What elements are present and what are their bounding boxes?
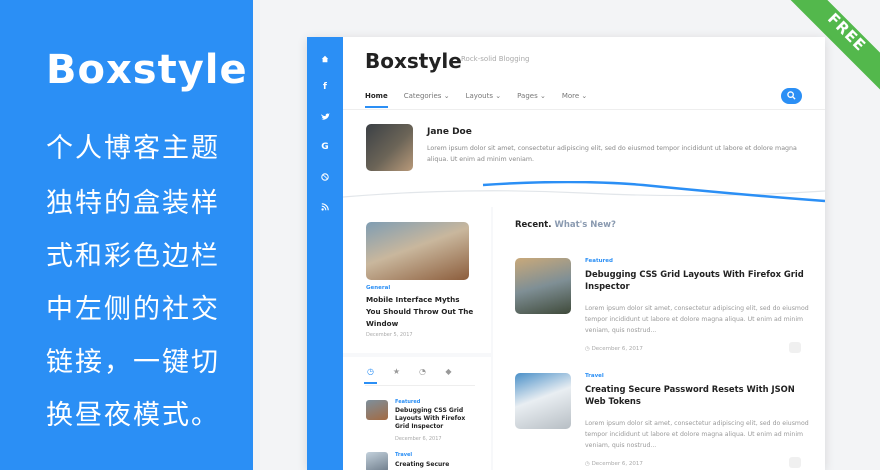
- mini-title[interactable]: Creating Secure: [395, 461, 467, 469]
- post-title[interactable]: Debugging CSS Grid Layouts With Firefox …: [585, 268, 813, 292]
- camera-icon: [789, 457, 801, 468]
- search-button[interactable]: [781, 88, 802, 104]
- post-thumbnail[interactable]: [366, 222, 469, 280]
- chevron-down-icon: ⌄: [443, 92, 450, 100]
- site-preview: f G Boxstyle Rock-solid Blogging Home Ca…: [307, 37, 825, 470]
- home-icon[interactable]: [307, 55, 343, 66]
- promo-line: 中左侧的社交: [46, 294, 220, 325]
- mini-category[interactable]: Travel: [395, 452, 412, 458]
- post-excerpt: Lorem ipsum dolor sit amet, consectetur …: [585, 305, 809, 334]
- comments-icon[interactable]: ◔: [416, 367, 429, 384]
- main-nav: Home Categories ⌄ Layouts ⌄ Pages ⌄ More…: [365, 92, 587, 108]
- google-icon[interactable]: G: [307, 142, 343, 152]
- clock-icon[interactable]: ◷: [364, 367, 377, 384]
- widget-tabs: ◷ ★ ◔ ◆: [364, 367, 455, 384]
- post-title[interactable]: Creating Secure Password Resets With JSO…: [585, 383, 813, 407]
- nav-layouts[interactable]: Layouts ⌄: [466, 92, 502, 108]
- mini-category[interactable]: Featured: [395, 399, 420, 405]
- promo-line: 个人博客主题: [46, 133, 220, 164]
- post-title[interactable]: Mobile Interface Myths You Should Throw …: [366, 294, 476, 330]
- author-bio: Lorem ipsum dolor sit amet, consectetur …: [427, 145, 797, 163]
- post-category[interactable]: Featured: [585, 258, 613, 264]
- nav-more[interactable]: More ⌄: [562, 92, 587, 108]
- camera-icon: [789, 342, 801, 353]
- facebook-icon[interactable]: f: [307, 82, 343, 92]
- mini-title[interactable]: Debugging CSS Grid Layouts With Firefox …: [395, 407, 467, 431]
- post-date: December 5, 2017: [366, 332, 413, 338]
- chevron-down-icon: ⌄: [539, 92, 546, 100]
- promo-title: Boxstyle: [46, 47, 248, 93]
- promo-line: 链接，一键切: [46, 347, 220, 378]
- twitter-icon[interactable]: [307, 113, 343, 124]
- tags-icon[interactable]: ◆: [442, 367, 455, 384]
- star-icon[interactable]: ★: [390, 367, 403, 384]
- promo-line: 独特的盒装样: [46, 188, 220, 219]
- nav-pages[interactable]: Pages ⌄: [517, 92, 546, 108]
- social-sidebar: f G: [307, 37, 343, 470]
- search-icon: [787, 91, 796, 100]
- rss-icon[interactable]: [307, 203, 343, 214]
- tabs-divider: [365, 385, 475, 386]
- tabs-widget: ◷ ★ ◔ ◆ Featured Debugging CSS Grid Layo…: [343, 357, 491, 470]
- site-logo[interactable]: Boxstyle: [365, 49, 462, 73]
- post-category[interactable]: Travel: [585, 373, 604, 379]
- nav-home[interactable]: Home: [365, 92, 388, 108]
- post-date: ◷ December 6, 2017: [585, 346, 643, 352]
- post-thumbnail[interactable]: [515, 373, 571, 429]
- promo-line: 式和彩色边栏: [46, 241, 220, 272]
- recent-posts: Recent. What's New? Featured Debugging C…: [493, 205, 825, 470]
- author-avatar: [366, 124, 413, 171]
- mini-thumbnail[interactable]: [366, 400, 388, 420]
- post-excerpt: Lorem ipsum dolor sit amet, consectetur …: [585, 420, 809, 449]
- promo-panel: Boxstyle 个人博客主题 独特的盒装样 式和彩色边栏 中左侧的社交 链接，…: [0, 0, 253, 470]
- post-category[interactable]: General: [366, 285, 390, 291]
- site-content: Boxstyle Rock-solid Blogging Home Catego…: [343, 37, 825, 470]
- site-tagline: Rock-solid Blogging: [461, 55, 530, 63]
- author-name: Jane Doe: [427, 127, 472, 137]
- nav-categories[interactable]: Categories ⌄: [404, 92, 450, 108]
- chevron-down-icon: ⌄: [495, 92, 502, 100]
- promo-line: 换昼夜模式。: [46, 400, 220, 431]
- dribbble-icon[interactable]: [307, 173, 343, 184]
- mini-date: December 6, 2017: [395, 436, 442, 442]
- recent-heading: Recent. What's New?: [515, 220, 616, 230]
- chevron-down-icon: ⌄: [581, 92, 588, 100]
- mini-thumbnail[interactable]: [366, 452, 388, 470]
- featured-post-card[interactable]: General Mobile Interface Myths You Shoul…: [343, 205, 491, 353]
- nav-divider: [343, 109, 825, 110]
- post-date: ◷ December 6, 2017: [585, 461, 643, 467]
- post-thumbnail[interactable]: [515, 258, 571, 314]
